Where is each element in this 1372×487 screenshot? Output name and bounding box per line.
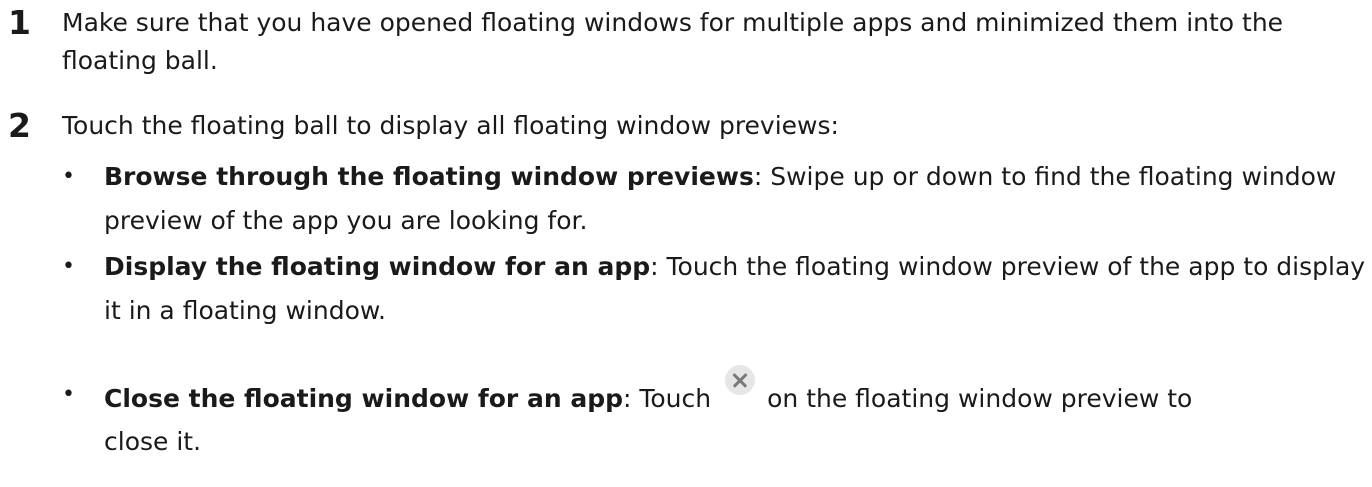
bullet-body: Close the floating window for an app: To… xyxy=(104,365,1372,421)
step-2: 2 Touch the floating ball to display all… xyxy=(0,107,1372,145)
bullet-label: Browse through the floating window previ… xyxy=(104,162,754,191)
bullet-text-before-icon: Touch xyxy=(631,384,712,413)
bullet-label: Close the floating window for an app xyxy=(104,384,623,413)
bullet-text-after-icon: on the floating window preview to xyxy=(767,384,1193,413)
bullet-separator: : xyxy=(650,252,659,281)
bullet-body: Browse through the floating window previ… xyxy=(104,155,1372,243)
bullet-marker: • xyxy=(62,254,75,279)
step-1: 1 Make sure that you have opened floatin… xyxy=(0,4,1372,80)
step-number: 1 xyxy=(8,3,31,42)
bullet-marker: • xyxy=(62,382,75,407)
step-text: Make sure that you have opened floating … xyxy=(62,8,1284,75)
close-icon xyxy=(725,365,756,395)
bullet-body: Display the floating window for an app: … xyxy=(104,245,1372,333)
step-text: Touch the floating ball to display all f… xyxy=(62,111,839,140)
bullet-text-continued: close it. xyxy=(104,427,202,456)
bullet-marker: • xyxy=(62,164,75,189)
step-number: 2 xyxy=(8,106,31,145)
bullet-label: Display the floating window for an app xyxy=(104,252,651,281)
